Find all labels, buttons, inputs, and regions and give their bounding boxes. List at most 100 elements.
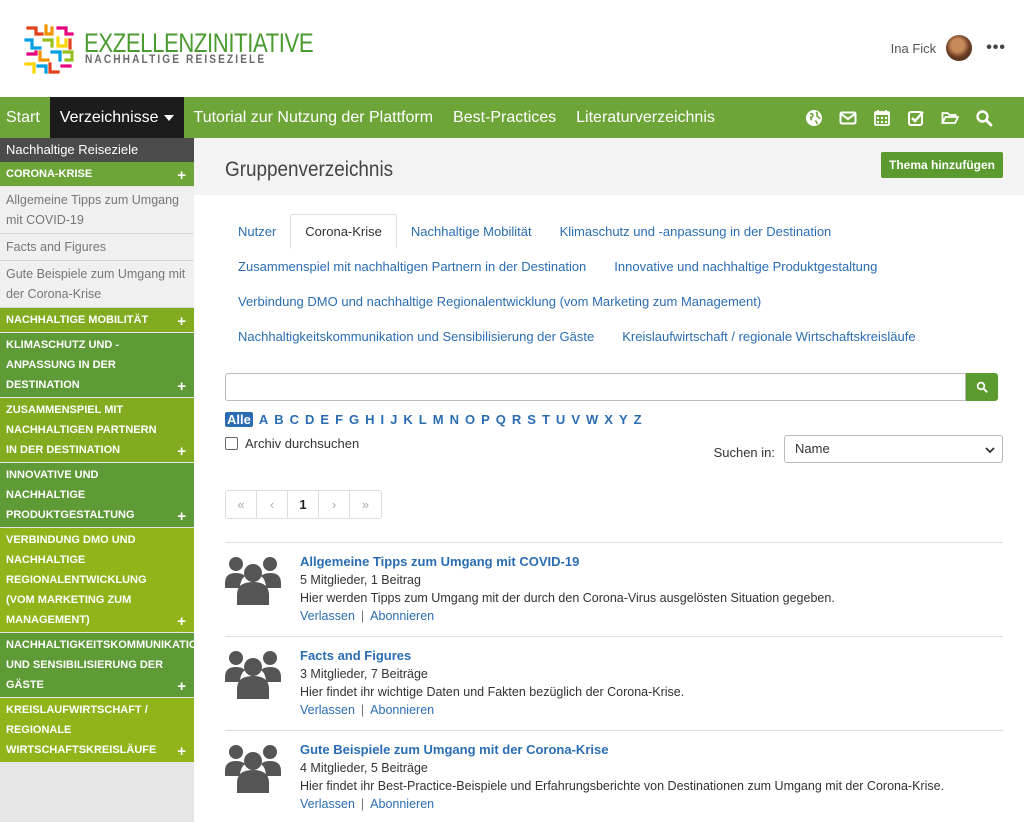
pager-last[interactable]: » [350,491,381,518]
nav-best-practices[interactable]: Best-Practices [443,97,566,138]
globe-icon[interactable] [804,108,824,128]
letter-filter-g[interactable]: G [349,412,359,427]
tab-row: Zusammenspiel mit nachhaltigen Partnern … [226,249,1016,284]
user-name[interactable]: Ina Fick [891,41,937,56]
letter-filter-t[interactable]: T [542,412,550,427]
nav-icon-bar [790,97,994,138]
subscribe-link[interactable]: Abonnieren [370,703,434,717]
search-button[interactable] [966,373,998,401]
letter-filter-p[interactable]: P [481,412,490,427]
tab-corona-krise[interactable]: Corona-Krise [290,214,397,249]
archive-checkbox[interactable] [225,437,238,450]
letter-filter-f[interactable]: F [335,412,343,427]
letter-filter-y[interactable]: Y [619,412,628,427]
sidebar-category-verbindung[interactable]: VERBINDUNG DMO UND NACHHALTIGE REGIONALE… [0,528,194,633]
nav-tutorial[interactable]: Tutorial zur Nutzung der Plattform [184,97,444,138]
more-options-icon[interactable]: ••• [986,39,1006,57]
letter-filter-j[interactable]: J [390,412,397,427]
sidebar-title[interactable]: Nachhaltige Reiseziele [0,138,194,162]
list-item: Facts and Figures 3 Mitglieder, 7 Beiträ… [225,636,1003,730]
nav-verzeichnisse[interactable]: Verzeichnisse [49,97,184,138]
plus-icon[interactable]: + [177,614,186,629]
sidebar-category-mobilitaet[interactable]: NACHHALTIGE MOBILITÄT + [0,308,194,333]
letter-filter-z[interactable]: Z [634,412,642,427]
sidebar-category-klimaschutz[interactable]: KLIMASCHUTZ UND -ANPASSUNG IN DER DESTIN… [0,333,194,398]
search-input[interactable] [225,373,966,401]
search-in-select[interactable]: Name [784,435,1003,463]
letter-filter-q[interactable]: Q [496,412,506,427]
plus-icon[interactable]: + [177,509,186,524]
group-title[interactable]: Facts and Figures [300,647,1000,665]
tab-zusammenspiel[interactable]: Zusammenspiel mit nachhaltigen Partnern … [226,259,600,274]
leave-link[interactable]: Verlassen [300,703,355,717]
letter-filter-u[interactable]: U [556,412,565,427]
sidebar-category-kommunikation[interactable]: NACHHALTIGKEITSKOMMUNIKATION UND SENSIBI… [0,633,194,698]
subscribe-link[interactable]: Abonnieren [370,609,434,623]
leave-link[interactable]: Verlassen [300,797,355,811]
pager-next[interactable]: › [319,491,350,518]
pager-first[interactable]: « [226,491,257,518]
plus-icon[interactable]: + [177,314,186,329]
plus-icon[interactable]: + [177,168,186,183]
letter-filter-o[interactable]: O [465,412,475,427]
folder-open-icon[interactable] [940,108,960,128]
group-title[interactable]: Allgemeine Tipps zum Umgang mit COVID-19 [300,553,1000,571]
checkbox-icon[interactable] [906,108,926,128]
search-icon[interactable] [974,108,994,128]
sidebar-category-innovative[interactable]: INNOVATIVE UND NACHHALTIGE PRODUKTGESTAL… [0,463,194,528]
group-actions: Verlassen | Abonnieren [300,795,1000,813]
sidebar-category-kreislauf[interactable]: KREISLAUFWIRTSCHAFT / REGIONALE WIRTSCHA… [0,698,194,763]
site-logo[interactable]: EXZELLENZINITIATIVE NACHHALTIGE REISEZIE… [22,20,314,78]
subscribe-link[interactable]: Abonnieren [370,797,434,811]
pager-page-1[interactable]: 1 [288,491,319,518]
calendar-icon[interactable] [872,108,892,128]
nav-start[interactable]: Start [0,97,50,138]
avatar[interactable] [946,35,973,61]
letter-filter-b[interactable]: B [274,412,283,427]
user-menu[interactable]: Ina Fick ••• [891,34,1006,62]
letter-filter-r[interactable]: R [512,412,521,427]
sidebar-link-beispiele[interactable]: Gute Beispiele zum Umgang mit der Corona… [0,261,194,308]
tab-verbindung[interactable]: Verbindung DMO und nachhaltige Regionale… [226,294,775,309]
letter-filter-k[interactable]: K [403,412,412,427]
letter-filter-i[interactable]: I [381,412,385,427]
archive-search-option[interactable]: Archiv durchsuchen [225,436,359,451]
letter-filter-all[interactable]: Alle [225,411,253,427]
nav-literaturverzeichnis[interactable]: Literaturverzeichnis [566,97,725,138]
tab-kreislauf[interactable]: Kreislaufwirtschaft / regionale Wirtscha… [608,329,929,344]
letter-filter-c[interactable]: C [290,412,299,427]
tab-kommunikation[interactable]: Nachhaltigkeitskommunikation und Sensibi… [226,329,608,344]
letter-filter-n[interactable]: N [450,412,459,427]
letter-filter-a[interactable]: A [259,412,268,427]
sidebar-category-label: CORONA-KRISE [6,168,93,180]
tab-nutzer[interactable]: Nutzer [226,224,290,239]
pager-prev[interactable]: ‹ [257,491,288,518]
plus-icon[interactable]: + [177,679,186,694]
envelope-icon[interactable] [838,108,858,128]
letter-filter-e[interactable]: E [320,412,329,427]
sidebar-link-tipps[interactable]: Allgemeine Tipps zum Umgang mit COVID-19 [0,187,194,234]
sidebar-category-zusammenspiel[interactable]: ZUSAMMENSPIEL MIT NACHHALTIGEN PARTNERN … [0,398,194,463]
tab-innovative[interactable]: Innovative und nachhaltige Produktgestal… [600,259,891,274]
group-actions: Verlassen | Abonnieren [300,607,1000,625]
plus-icon[interactable]: + [177,444,186,459]
group-title[interactable]: Gute Beispiele zum Umgang mit der Corona… [300,741,1000,759]
letter-filter-x[interactable]: X [604,412,613,427]
letter-filter-w[interactable]: W [586,412,598,427]
letter-filter-h[interactable]: H [365,412,374,427]
letter-filter-v[interactable]: V [571,412,580,427]
leave-link[interactable]: Verlassen [300,609,355,623]
add-topic-button[interactable]: Thema hinzufügen [881,152,1003,178]
separator: | [360,609,365,623]
letter-filter-l[interactable]: L [419,412,427,427]
sidebar-link-facts[interactable]: Facts and Figures [0,234,194,261]
letter-filter-d[interactable]: D [305,412,314,427]
tab-row: Verbindung DMO und nachhaltige Regionale… [226,284,1016,319]
tab-klimaschutz[interactable]: Klimaschutz und -anpassung in der Destin… [546,224,846,239]
tab-mobilitaet[interactable]: Nachhaltige Mobilität [397,224,546,239]
letter-filter-s[interactable]: S [527,412,536,427]
plus-icon[interactable]: + [177,744,186,759]
plus-icon[interactable]: + [177,379,186,394]
letter-filter-m[interactable]: M [433,412,444,427]
sidebar-category-corona[interactable]: CORONA-KRISE + [0,162,194,187]
